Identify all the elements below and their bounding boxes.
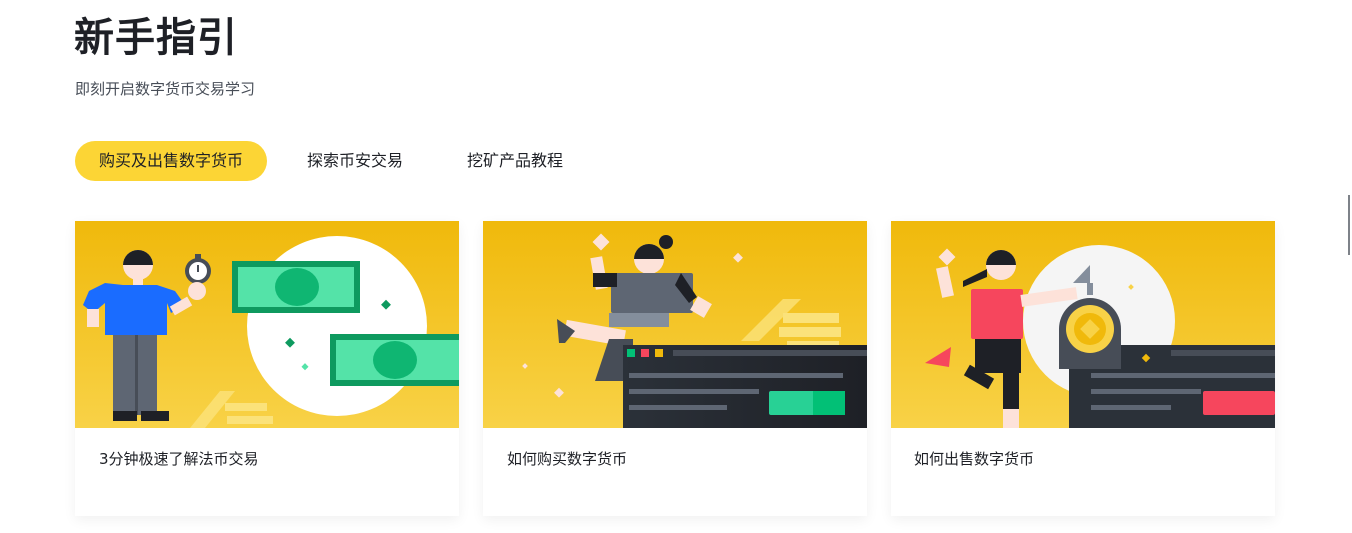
card-title: 3分钟极速了解法币交易: [99, 450, 259, 468]
guide-tabs: 购买及出售数字货币 探索币安交易 挖矿产品教程: [75, 141, 587, 181]
page-title: 新手指引: [74, 15, 238, 61]
person-stopwatch-banknotes-icon: [75, 221, 459, 428]
tab-buy-sell[interactable]: 购买及出售数字货币: [75, 141, 268, 181]
guide-card-fiat-trading[interactable]: 3分钟极速了解法币交易: [75, 221, 459, 516]
person-trading-terminal-icon: [483, 221, 867, 428]
person-coin-vault-icon: [891, 221, 1275, 428]
scroll-edge: [1348, 195, 1350, 255]
guide-cards: 3分钟极速了解法币交易 如何购买数字货币 如何出售数字货币: [75, 221, 1275, 516]
card-title: 如何购买数字货币: [507, 450, 628, 468]
tab-explore-trading[interactable]: 探索币安交易: [283, 141, 427, 181]
guide-card-buy-crypto[interactable]: 如何购买数字货币: [483, 221, 867, 516]
guide-card-sell-crypto[interactable]: 如何出售数字货币: [891, 221, 1275, 516]
card-title: 如何出售数字货币: [914, 450, 1035, 468]
tab-mining-tutorials[interactable]: 挖矿产品教程: [443, 141, 587, 181]
page-subtitle: 即刻开启数字货币交易学习: [75, 80, 256, 98]
